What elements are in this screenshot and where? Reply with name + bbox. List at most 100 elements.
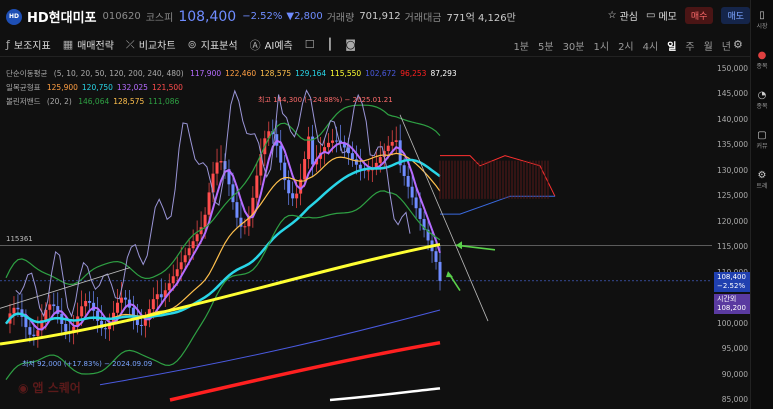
sidebar-item-trade[interactable]: ⚙ 트레 [751, 160, 773, 200]
ma-legend: 단순이동평균 (5, 10, 20, 50, 120, 200, 240, 48… [6, 69, 457, 78]
candle-body [311, 136, 315, 165]
watermark-icon: ◉ [18, 380, 29, 395]
ma200-line [99, 309, 441, 386]
amount-value: 771억 4,126만 [446, 13, 516, 24]
compare-icon: ⤫ [125, 37, 135, 51]
period-tab-1[interactable]: 5분 [538, 38, 554, 53]
candle-body [410, 186, 414, 198]
sell-button[interactable]: 매도 [721, 7, 750, 24]
candle-body [171, 276, 175, 284]
period-tab-3[interactable]: 1시 [594, 38, 610, 53]
indicator-button[interactable]: ƒ 보조지표 [6, 37, 51, 52]
chat-icon: ▢ [757, 130, 767, 141]
compare-button[interactable]: ⤫ 비교차트 [125, 37, 176, 53]
ichimoku-value: 120,750 [81, 83, 113, 92]
layout-button[interactable]: ☐ [305, 38, 315, 51]
period-tab-2[interactable]: 30분 [563, 38, 585, 53]
volume-value: 701,912 [359, 11, 401, 22]
watchlist-button[interactable]: ☆ 관심 [608, 8, 638, 23]
ma-value: 87,293 [430, 69, 457, 78]
y-tick-label: 130,000 [716, 165, 748, 175]
candle-body [139, 324, 143, 326]
arrow-head-2 [446, 271, 453, 278]
buy-button[interactable]: 매수 [684, 7, 714, 24]
stock-header: HD HD현대미포 010620 코스피 108,400 −2.52% ▼2,8… [0, 0, 750, 33]
candle-body [378, 157, 382, 163]
y-tick-label: 150,000 [716, 64, 748, 73]
ma-value: 96,253 [400, 69, 427, 78]
period-tab-9[interactable]: 년 [722, 38, 731, 53]
candle-body [295, 193, 299, 199]
settings-gear-icon[interactable]: ⚙ [733, 38, 743, 51]
square-icon: ☐ [304, 38, 315, 51]
volume-label: 거래량 [326, 13, 355, 24]
high-annotation: 최고 144,300 (−24.88%) − 2025.01.21 [258, 96, 393, 104]
bollinger-value: 146,064 [78, 97, 110, 106]
candle-body [438, 261, 442, 281]
bollinger-value: 128,575 [113, 97, 145, 106]
ma-value: 117,900 [190, 69, 222, 78]
candle-body [28, 327, 32, 335]
sidebar-item-community[interactable]: ▢ 커뮤 [751, 120, 773, 160]
candle-body [104, 328, 108, 330]
grid-icon: ▦ [62, 38, 74, 51]
period-tab-7[interactable]: 주 [685, 38, 694, 53]
stock-icon: ● [757, 50, 767, 61]
period-tab-6[interactable]: 일 [667, 38, 676, 53]
period-tab-8[interactable]: 월 [704, 38, 713, 53]
candle-body [235, 202, 239, 218]
period-selector: 1분 5분 30분 1시 2시 4시 일 주 월 년 [513, 38, 731, 53]
candle-body [88, 301, 92, 303]
y-tick-label: 95,000 [721, 344, 748, 354]
candle-body [414, 197, 418, 209]
ma-value: 128,575 [260, 69, 292, 78]
period-tab-5[interactable]: 4시 [643, 38, 659, 53]
arrow-shaft-2 [449, 274, 461, 291]
indicator-icon: ƒ [6, 38, 10, 51]
candle-body [350, 153, 354, 160]
trendline-left [0, 267, 131, 309]
sidebar-item-info[interactable]: ◔ 종목 [751, 80, 773, 120]
stock-name[interactable]: HD현대미포 [27, 7, 97, 26]
ma-value: 129,164 [295, 69, 327, 78]
candle-body [48, 304, 52, 310]
strategy-button[interactable]: ▦ 매매전략 [63, 37, 114, 52]
candle-icon: ┃ [326, 38, 334, 51]
candle-body [155, 294, 159, 300]
candle-body [406, 175, 410, 187]
candle-body [16, 307, 20, 310]
candle-body [179, 262, 183, 270]
analysis-button[interactable]: ⊚ 지표분석 [188, 37, 238, 52]
ma480-line [329, 387, 441, 402]
candle-body [243, 226, 247, 228]
y-tick-label: 140,000 [716, 114, 748, 124]
sidebar-panel-toggle[interactable]: ▯ 시장 [751, 0, 773, 40]
y-tick-label: 120,000 [716, 216, 748, 226]
watermark: ◉ 앱 스퀘어 [18, 380, 81, 396]
candle-body [187, 248, 191, 256]
ichimoku-legend: 일목균형표 125,900 120,750 132,025 121,500 [6, 83, 183, 92]
ichimoku-span-b [440, 195, 555, 215]
candle-body [167, 283, 171, 291]
price-chart[interactable]: 단순이동평균 (5, 10, 20, 50, 120, 200, 240, 48… [0, 57, 750, 409]
bollinger-legend: 볼린저밴드 (20, 2) 146,064 128,575 111,086 [6, 97, 180, 106]
current-price-tag: 108,400 −2.52% [714, 272, 750, 292]
candle-type-button[interactable]: ┃ [327, 38, 334, 51]
y-tick-label: 115,000 [716, 242, 748, 252]
trendline-right [399, 114, 489, 322]
period-tab-0[interactable]: 1분 [513, 38, 529, 53]
current-price: 108,400 [178, 8, 237, 25]
candle-body [402, 165, 406, 176]
candle-body [327, 142, 331, 148]
sidebar-item-stock[interactable]: ● 종목 [751, 40, 773, 80]
candle-body [203, 214, 207, 228]
screenshot-button[interactable]: ◙ [345, 38, 356, 51]
candle-body [215, 162, 219, 174]
candle-body [231, 184, 235, 203]
memo-button[interactable]: ▭ 메모 [646, 8, 677, 23]
analysis-icon: ⊚ [187, 38, 197, 51]
period-tab-4[interactable]: 2시 [618, 38, 634, 53]
ai-predict-button[interactable]: Ⓐ AI예측 [250, 37, 293, 53]
ichimoku-value: 125,900 [46, 83, 78, 92]
chart-canvas[interactable] [0, 57, 750, 409]
